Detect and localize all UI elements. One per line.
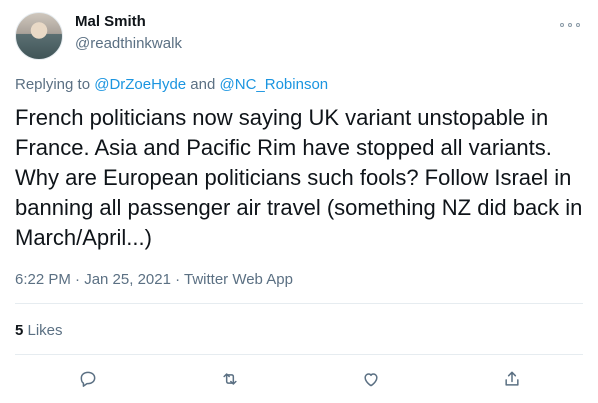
author-handle[interactable]: @readthinkwalk xyxy=(75,35,182,52)
heart-icon[interactable] xyxy=(360,368,382,390)
replying-to: Replying to @DrZoeHyde and @NC_Robinson xyxy=(15,76,328,93)
replying-prefix: Replying to xyxy=(15,76,95,93)
divider xyxy=(15,303,583,304)
tweet-timestamp[interactable]: 6:22 PM · Jan 25, 2021 · Twitter Web App xyxy=(15,271,293,288)
tweet-text: French politicians now saying UK variant… xyxy=(15,105,589,250)
more-options-icon[interactable] xyxy=(560,18,580,32)
likes-count[interactable]: 5 Likes xyxy=(15,322,63,339)
likes-label: Likes xyxy=(23,322,63,339)
tweet-actions-bar xyxy=(0,368,598,392)
replying-conjunction: and xyxy=(186,76,220,93)
divider xyxy=(15,354,583,355)
avatar[interactable] xyxy=(15,12,63,60)
share-icon[interactable] xyxy=(501,368,523,390)
retweet-icon[interactable] xyxy=(219,368,241,390)
reply-user-link-2[interactable]: @NC_Robinson xyxy=(220,76,329,93)
reply-icon[interactable] xyxy=(77,368,99,390)
reply-user-link-1[interactable]: @DrZoeHyde xyxy=(94,76,186,93)
author-name[interactable]: Mal Smith xyxy=(75,13,146,30)
